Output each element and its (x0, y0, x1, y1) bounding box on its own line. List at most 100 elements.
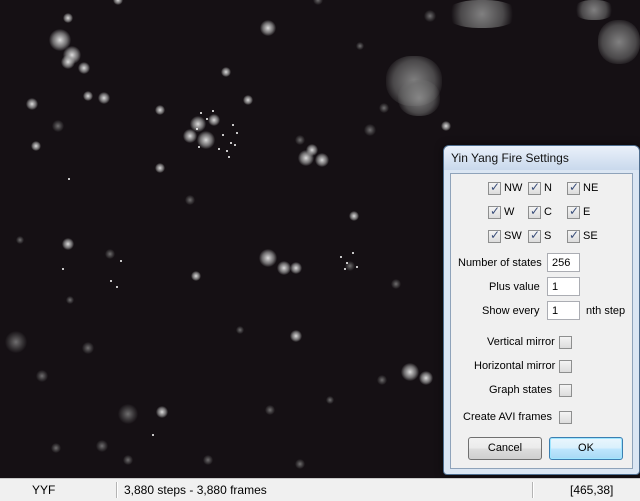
num-states-input[interactable]: 256 (547, 253, 580, 272)
spark-dot (230, 142, 232, 144)
dialog-client-area: ✓ NW ✓ N ✓ NE ✓ W ✓ C ✓ E ✓ SW ✓ S ✓ SE … (450, 173, 633, 469)
cell-blob-large (446, 0, 518, 28)
cell-blob (83, 91, 93, 101)
neighbor-n-label: N (544, 182, 552, 194)
neighbor-sw-label: SW (504, 230, 522, 242)
cancel-button[interactable]: Cancel (468, 437, 542, 460)
check-icon: ✓ (530, 204, 541, 218)
cell-blob (377, 375, 387, 385)
create-avi-label: Create AVI frames (463, 411, 553, 423)
cell-blob (326, 396, 334, 404)
neighbor-ne-checkbox[interactable]: ✓ (567, 180, 580, 195)
create-avi-checkbox[interactable] (559, 411, 572, 424)
spark-dot (346, 262, 348, 264)
cell-blob-large (598, 20, 640, 64)
status-rule: YYF (32, 483, 56, 497)
check-icon: ✓ (490, 228, 501, 242)
cell-blob (52, 120, 64, 132)
spark-dot (218, 148, 220, 150)
check-icon: ✓ (490, 180, 501, 194)
cell-blob (5, 331, 27, 353)
spark-dot (222, 134, 224, 136)
dialog-titlebar[interactable]: Yin Yang Fire Settings (444, 146, 639, 170)
spark-dot (62, 268, 64, 270)
cell-blob (379, 103, 389, 113)
neighbor-w-checkbox[interactable]: ✓ (488, 204, 501, 219)
cell-blob (98, 92, 110, 104)
cell-blob-large (574, 0, 614, 20)
check-icon: ✓ (530, 180, 541, 194)
horizontal-mirror-label: Horizontal mirror (474, 360, 556, 372)
neighbor-s-checkbox[interactable]: ✓ (528, 228, 541, 243)
cell-blob (265, 405, 275, 415)
spark-dot (198, 146, 200, 148)
spark-dot (356, 266, 358, 268)
cell-blob (356, 42, 364, 50)
neighbor-c-checkbox[interactable]: ✓ (528, 204, 541, 219)
cell-blob (16, 236, 24, 244)
plus-value-input[interactable]: 1 (547, 277, 580, 296)
cell-blob (295, 135, 305, 145)
check-icon: ✓ (569, 204, 580, 218)
spark-dot (352, 252, 354, 254)
cell-blob (260, 20, 276, 36)
spark-dot (234, 144, 236, 146)
cell-blob (96, 440, 108, 452)
neighbor-w-label: W (504, 206, 515, 218)
graph-states-label: Graph states (489, 384, 552, 396)
neighbor-e-label: E (583, 206, 591, 218)
neighbor-c-label: C (544, 206, 552, 218)
dialog-title: Yin Yang Fire Settings (451, 151, 569, 165)
spark-dot (196, 128, 198, 130)
spark-dot (212, 110, 214, 112)
cell-blob (82, 342, 94, 354)
cell-blob (424, 10, 436, 22)
neighbor-nw-checkbox[interactable]: ✓ (488, 180, 501, 195)
cell-blob (123, 455, 133, 465)
spark-dot (116, 286, 118, 288)
spark-dot (228, 156, 230, 158)
neighbor-n-checkbox[interactable]: ✓ (528, 180, 541, 195)
vertical-mirror-checkbox[interactable] (559, 336, 572, 349)
plus-value-label: Plus value (489, 281, 540, 293)
cell-blob (290, 262, 302, 274)
cell-blob (277, 261, 291, 275)
spark-dot (344, 268, 346, 270)
cell-blob (113, 0, 123, 5)
check-icon: ✓ (569, 180, 580, 194)
cell-blob (349, 211, 359, 221)
cell-blob (36, 370, 48, 382)
horizontal-mirror-checkbox[interactable] (559, 360, 572, 373)
neighbor-s-label: S (544, 230, 552, 242)
cell-blob (61, 55, 75, 69)
spark-dot (200, 112, 202, 114)
graph-states-checkbox[interactable] (559, 384, 572, 397)
cell-blob (183, 129, 197, 143)
check-icon: ✓ (490, 204, 501, 218)
vertical-mirror-label: Vertical mirror (487, 336, 555, 348)
cell-blob (313, 0, 323, 5)
spark-dot (120, 260, 122, 262)
neighbor-se-checkbox[interactable]: ✓ (567, 228, 580, 243)
cell-blob (221, 67, 231, 77)
cell-blob (156, 406, 168, 418)
cell-blob (295, 459, 305, 469)
cell-blob (51, 443, 61, 453)
cell-blob (31, 141, 41, 151)
spark-dot (236, 132, 238, 134)
neighbor-sw-checkbox[interactable]: ✓ (488, 228, 501, 243)
cell-blob (306, 144, 318, 156)
settings-dialog: Yin Yang Fire Settings ✓ NW ✓ N ✓ NE ✓ W… (443, 145, 640, 475)
cell-blob (315, 153, 329, 167)
spark-dot (226, 150, 228, 152)
cell-blob (243, 95, 253, 105)
neighbor-e-checkbox[interactable]: ✓ (567, 204, 580, 219)
cell-blob (236, 326, 244, 334)
show-every-input[interactable]: 1 (547, 301, 580, 320)
ok-button[interactable]: OK (549, 437, 623, 460)
spark-dot (206, 118, 208, 120)
cell-blob (364, 124, 376, 136)
cell-blob (259, 249, 277, 267)
check-icon: ✓ (569, 228, 580, 242)
cell-blob (391, 279, 401, 289)
